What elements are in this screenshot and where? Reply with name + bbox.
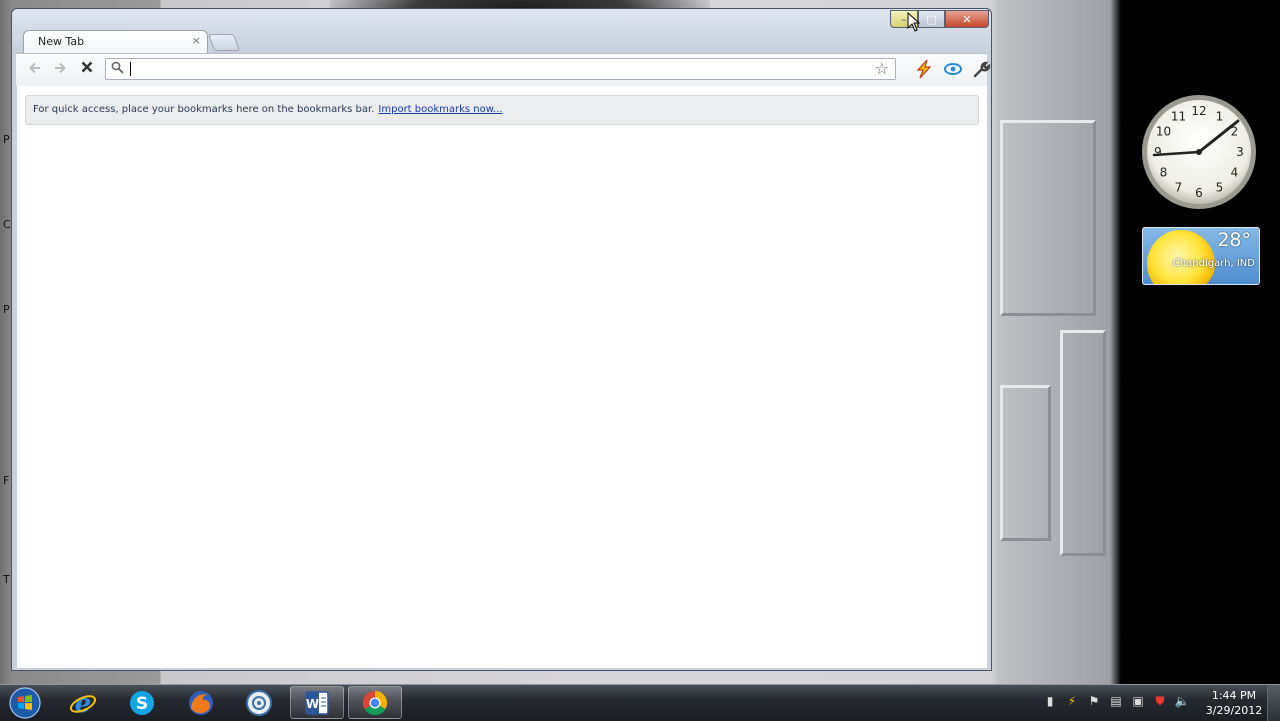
- tray-battery-icon[interactable]: ▮: [1042, 693, 1058, 709]
- clock-numeral: 10: [1156, 125, 1171, 139]
- start-button[interactable]: [8, 686, 42, 720]
- tab-title: New Tab: [38, 35, 85, 48]
- clock-gadget[interactable]: 12 1234567891011: [1140, 93, 1258, 211]
- page-content: For quick access, place your bookmarks h…: [17, 86, 987, 668]
- wrench-icon[interactable]: [970, 59, 992, 79]
- eye-extension-icon[interactable]: [942, 59, 964, 79]
- taskbar-media-center[interactable]: [232, 686, 286, 719]
- clock-numeral: 8: [1160, 166, 1168, 180]
- wallpaper-door-panel: [1000, 120, 1096, 316]
- bookmarks-bar-message: For quick access, place your bookmarks h…: [33, 104, 503, 115]
- text-caret: [130, 62, 131, 76]
- internet-explorer-icon: e: [69, 689, 97, 718]
- chrome-window: New Tab × – □ ✕ ☆ For quick access, plac…: [11, 8, 992, 671]
- window-controls: – □ ✕: [890, 10, 989, 29]
- desktop-icon-label: P: [3, 133, 10, 146]
- skype-icon: S: [130, 690, 154, 715]
- stop-x-icon: [81, 61, 93, 73]
- word-icon: W: [305, 690, 329, 715]
- maximize-button[interactable]: □: [918, 10, 945, 28]
- firefox-icon: [189, 690, 213, 715]
- taskbar-word[interactable]: W: [290, 686, 344, 719]
- new-tab-button[interactable]: [207, 34, 241, 51]
- clock-numeral: 5: [1216, 181, 1224, 195]
- weather-temperature: 28°: [1217, 229, 1251, 251]
- taskbar-date: 3/29/2012: [1205, 704, 1263, 717]
- stop-button[interactable]: [80, 59, 94, 78]
- close-button[interactable]: ✕: [945, 10, 989, 28]
- weather-gadget[interactable]: 28° Chandigarh, IND: [1142, 227, 1260, 285]
- system-tray: ▮ ⚡ ⚑ ▤ ▣ ⛊ 🔈: [1042, 693, 1190, 709]
- taskbar: e S W ▮ ⚡ ⚑ ▤ ▣ ⛊ 🔈 1:44 PM 3/29/2012: [0, 684, 1280, 721]
- title-bar[interactable]: New Tab × – □ ✕: [12, 9, 991, 55]
- import-bookmarks-link[interactable]: Import bookmarks now...: [378, 104, 502, 115]
- svg-text:W: W: [306, 697, 319, 711]
- address-input[interactable]: [130, 60, 870, 78]
- lightning-extension-icon[interactable]: [913, 59, 935, 79]
- taskbar-firefox[interactable]: [174, 686, 228, 719]
- desktop-icon-label: C: [3, 218, 11, 231]
- clock-numeral: 4: [1231, 166, 1239, 180]
- taskbar-clock[interactable]: 1:44 PM 3/29/2012: [1200, 688, 1268, 718]
- desktop-icon-label: T: [3, 573, 10, 586]
- tray-shield-icon[interactable]: ⛊: [1152, 693, 1168, 709]
- search-icon: [111, 61, 124, 74]
- clock-numeral: 9: [1154, 145, 1162, 159]
- wallpaper-door-panel: [1060, 330, 1106, 556]
- browser-toolbar: ☆: [16, 53, 991, 86]
- bookmarks-bar: For quick access, place your bookmarks h…: [25, 95, 979, 125]
- arrow-right-icon: [55, 62, 66, 74]
- bookmark-star-icon[interactable]: ☆: [875, 59, 889, 78]
- minimize-icon: –: [901, 12, 907, 26]
- taskbar-chrome[interactable]: [348, 686, 402, 719]
- desktop-icon-label: P: [3, 303, 10, 316]
- media-center-icon: [246, 689, 272, 716]
- svg-text:e: e: [75, 689, 92, 718]
- omnibox[interactable]: ☆: [105, 58, 896, 80]
- forward-button[interactable]: [53, 61, 67, 79]
- clock-numeral: 1: [1216, 110, 1224, 124]
- tray-network-icon[interactable]: ▣: [1130, 693, 1146, 709]
- clock-center: [1196, 149, 1202, 155]
- svg-text:S: S: [136, 694, 148, 714]
- clock-numeral: 3: [1236, 145, 1244, 159]
- tray-action-center-flag-icon[interactable]: ⚑: [1086, 693, 1102, 709]
- desktop-icon-label: F: [3, 474, 10, 487]
- arrow-left-icon: [29, 62, 40, 74]
- close-icon: ✕: [962, 12, 972, 26]
- tray-lightning-icon[interactable]: ⚡: [1064, 693, 1080, 709]
- tab-close-icon[interactable]: ×: [192, 34, 201, 47]
- taskbar-time: 1:44 PM: [1211, 689, 1257, 702]
- bookmarks-hint-text: For quick access, place your bookmarks h…: [33, 104, 375, 115]
- back-button[interactable]: [28, 61, 42, 79]
- wallpaper-door-panel: [1000, 385, 1051, 541]
- clock-numeral: 11: [1171, 110, 1186, 124]
- show-desktop-button[interactable]: [1267, 685, 1280, 721]
- chrome-icon: [362, 690, 388, 715]
- tab-new-tab[interactable]: New Tab ×: [23, 30, 208, 54]
- clock-numeral: 12: [1191, 104, 1206, 118]
- taskbar-skype[interactable]: S: [115, 686, 169, 719]
- mouse-cursor-icon: [907, 12, 921, 32]
- taskbar-internet-explorer[interactable]: e: [56, 686, 110, 719]
- maximize-icon: □: [926, 12, 937, 26]
- clock-numeral: 6: [1195, 186, 1203, 200]
- tray-volume-icon[interactable]: 🔈: [1174, 693, 1190, 709]
- clock-numeral: 7: [1175, 181, 1183, 195]
- weather-location: Chandigarh, IND: [1172, 258, 1255, 269]
- tray-device-icon[interactable]: ▤: [1108, 693, 1124, 709]
